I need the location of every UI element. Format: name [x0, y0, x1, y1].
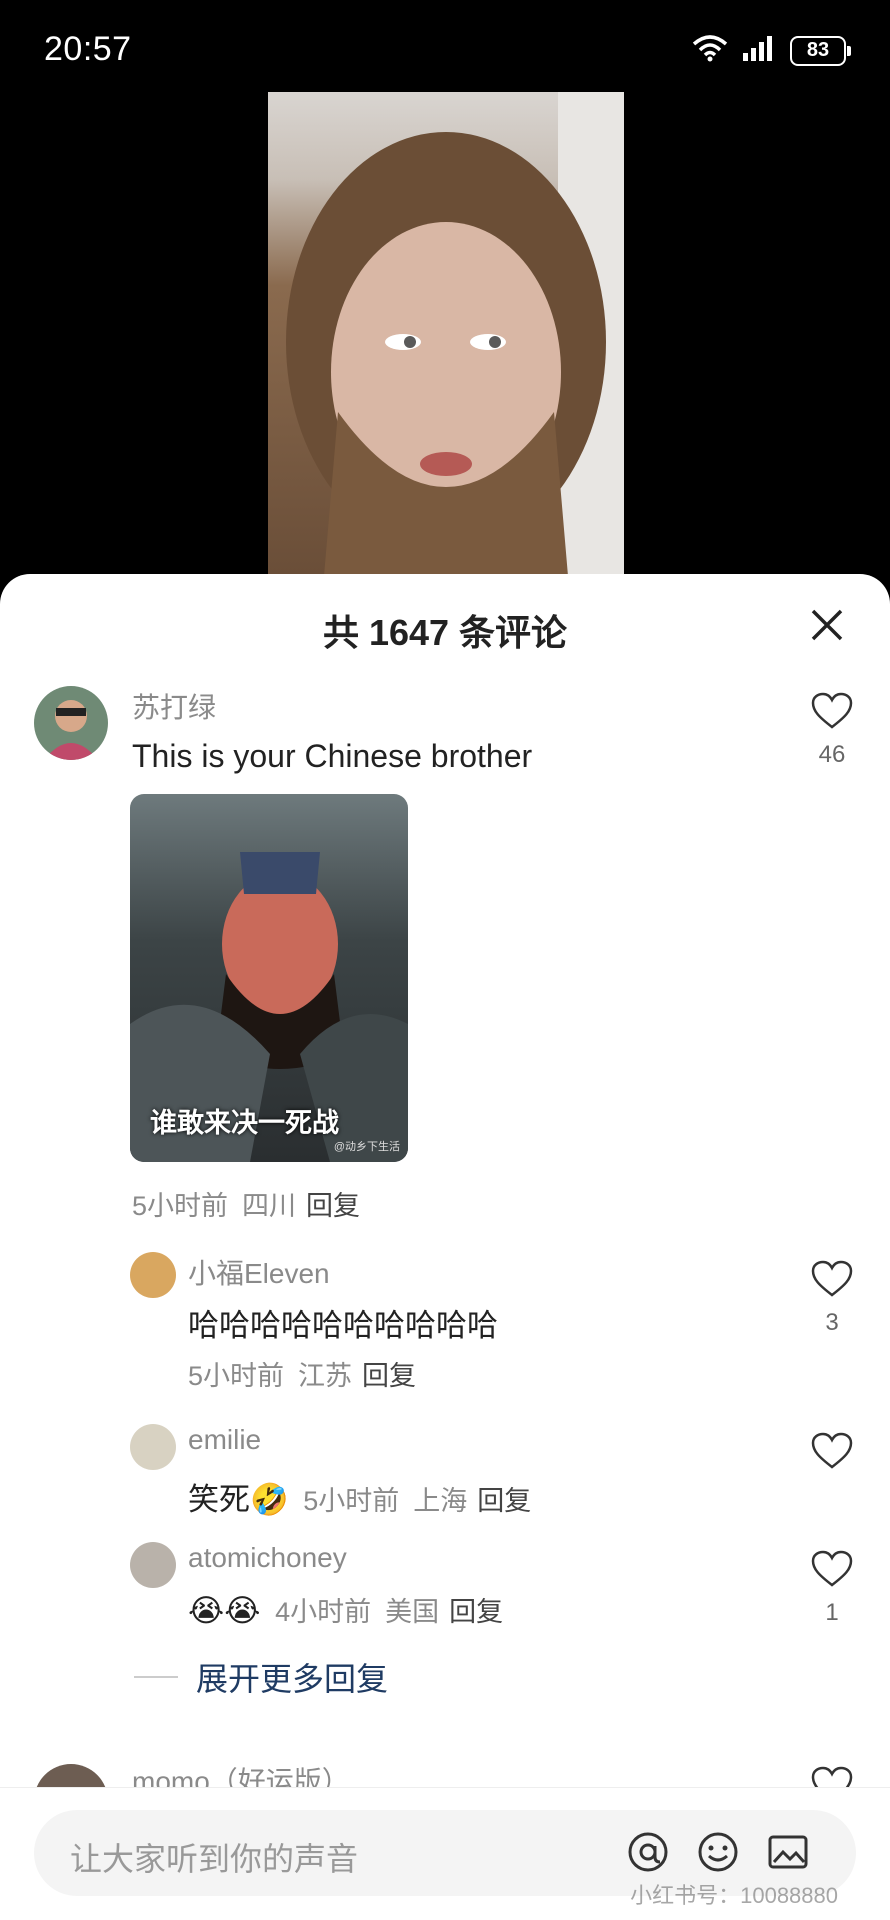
like-button[interactable]: 3 — [802, 1260, 862, 1337]
comment-meta: 5小时前 四川 回复 — [132, 1184, 360, 1223]
avatar[interactable] — [34, 686, 108, 760]
avatar[interactable] — [130, 1542, 176, 1588]
reply-text: 笑死🤣 — [188, 1482, 289, 1517]
heart-icon — [811, 1432, 853, 1469]
like-button[interactable]: 46 — [802, 692, 862, 769]
status-time: 20:57 — [44, 30, 132, 68]
avatar[interactable] — [130, 1252, 176, 1298]
comment-location: 四川 — [242, 1191, 297, 1221]
reply-meta: 4小时前 美国 回复 — [275, 1597, 503, 1627]
status-icons: 83 — [692, 34, 851, 67]
close-button[interactable] — [802, 600, 852, 650]
watermark: 小红书号：10088880 — [630, 1883, 838, 1908]
image-icon[interactable] — [766, 1830, 810, 1879]
reply-button[interactable]: 回复 — [362, 1361, 416, 1391]
like-button[interactable]: 1 — [802, 1550, 862, 1627]
heart-icon — [811, 1260, 853, 1297]
close-icon — [811, 609, 843, 641]
at-icon[interactable] — [626, 1830, 670, 1879]
reply-text-line: 笑死🤣 5小时前 上海 回复 — [188, 1474, 531, 1519]
reply-location: 江苏 — [298, 1361, 353, 1391]
heart-icon — [811, 1550, 853, 1587]
reply-username[interactable]: 小福Eleven — [188, 1252, 330, 1292]
heart-icon — [811, 692, 853, 729]
video-frame-image — [286, 92, 624, 576]
reply-time: 5小时前 — [188, 1361, 285, 1391]
expand-label: 展开更多回复 — [196, 1661, 389, 1697]
status-bar: 20:57 83 — [0, 0, 890, 100]
reply-username[interactable]: atomichoney — [188, 1542, 347, 1574]
comments-title: 共 1647 条评论 — [322, 612, 568, 653]
avatar[interactable] — [130, 1424, 176, 1470]
like-count: 1 — [825, 1599, 839, 1626]
reply-text: 哈哈哈哈哈哈哈哈哈哈 — [188, 1308, 498, 1343]
expand-more-replies[interactable]: 展开更多回复 — [134, 1654, 388, 1700]
video-preview[interactable] — [268, 92, 624, 576]
comment-input-placeholder: 让大家听到你的声音 — [70, 1841, 359, 1877]
reply-meta: 5小时前 上海 回复 — [303, 1486, 531, 1516]
reply-text-line: 😭😭 4小时前 美国 回复 — [188, 1590, 503, 1629]
like-count: 46 — [818, 741, 846, 768]
like-button[interactable] — [802, 1432, 862, 1475]
emoji-icon[interactable] — [696, 1830, 740, 1879]
like-count: 3 — [825, 1309, 839, 1336]
reply-time: 5小时前 — [303, 1486, 400, 1516]
comments-sheet: 共 1647 条评论 苏打绿 This is your Chinese brot… — [0, 574, 890, 1920]
meme-watermark: @动乡下生活 — [333, 1141, 400, 1153]
reply-time: 4小时前 — [275, 1597, 372, 1627]
comment-input-bar: 让大家听到你的声音 小红书号：10088880 — [0, 1787, 890, 1920]
reply-username[interactable]: emilie — [188, 1424, 261, 1456]
battery-indicator: 83 — [790, 35, 851, 66]
comment-meme-image[interactable]: 谁敢来决一死战 @动乡下生活 — [130, 794, 408, 1162]
reply-button[interactable]: 回复 — [477, 1486, 531, 1516]
input-actions — [626, 1830, 810, 1879]
reply-location: 美国 — [385, 1597, 440, 1627]
comment-time: 5小时前 — [132, 1191, 229, 1221]
reply-button[interactable]: 回复 — [306, 1191, 360, 1221]
comment-username[interactable]: 苏打绿 — [132, 686, 216, 726]
reply-button[interactable]: 回复 — [449, 1597, 503, 1627]
signal-icon — [742, 35, 776, 66]
wifi-icon — [692, 34, 728, 67]
divider — [134, 1676, 178, 1678]
comment-text: This is your Chinese brother — [132, 738, 533, 774]
meme-caption: 谁敢来决一死战 — [150, 1108, 339, 1138]
reply-location: 上海 — [413, 1486, 468, 1516]
reply-meta: 5小时前 江苏 回复 — [188, 1354, 416, 1393]
reply-text: 😭😭 — [188, 1593, 261, 1628]
